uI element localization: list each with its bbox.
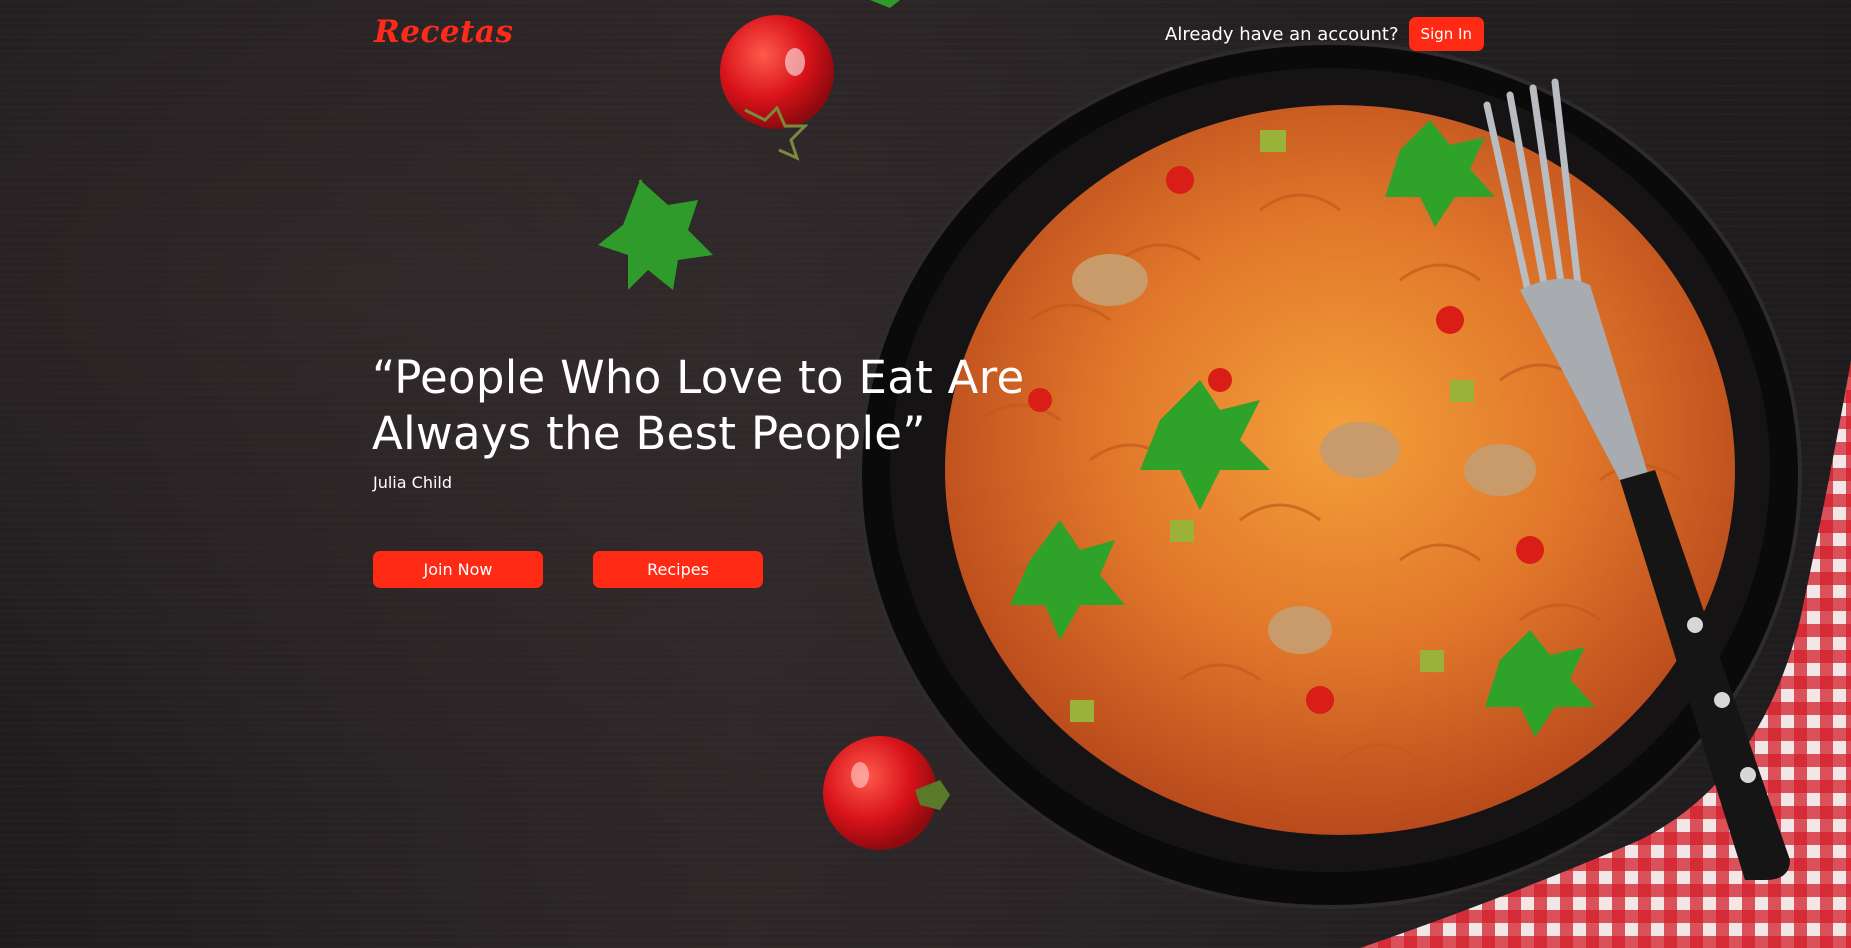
cherry-tomato-top-image <box>720 15 834 161</box>
account-area: Already have an account? Sign In <box>1165 17 1484 51</box>
hero-quote-line-2: Always the Best People” <box>372 407 926 460</box>
parsley-leaf-top-image <box>870 0 900 8</box>
hero-quote-line-1: “People Who Love to Eat Are <box>372 351 1025 404</box>
recetas-logo[interactable]: Recetas <box>374 14 513 50</box>
quote-author: Julia Child <box>373 473 452 492</box>
hero-background-image <box>598 0 1851 948</box>
hero-quote: “People Who Love to Eat Are Always the B… <box>372 350 1072 462</box>
hero-section: Recetas Already have an account? Sign In… <box>0 0 1851 948</box>
account-prompt-text: Already have an account? <box>1165 23 1399 45</box>
parsley-sprig-image <box>598 179 713 290</box>
cherry-tomato-bottom-image <box>823 736 950 850</box>
sign-in-button[interactable]: Sign In <box>1408 17 1484 51</box>
pasta-plate-image <box>858 41 1802 909</box>
recipes-button[interactable]: Recipes <box>593 551 763 588</box>
join-now-button[interactable]: Join Now <box>373 551 543 588</box>
